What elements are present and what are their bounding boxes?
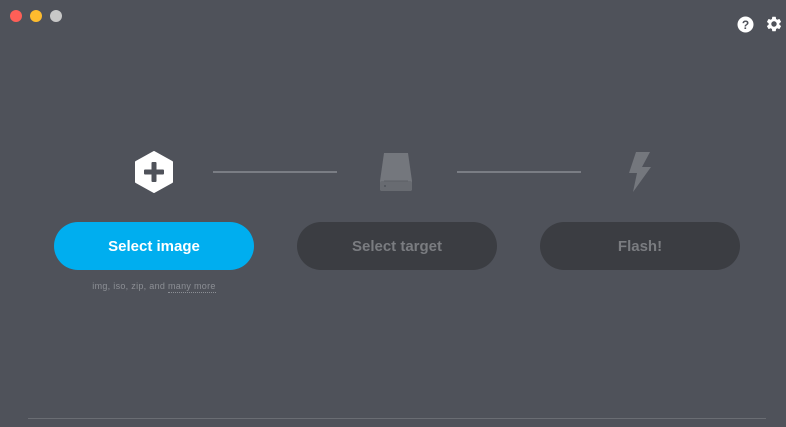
flash-button[interactable]: Flash! xyxy=(540,222,740,270)
step-connector-1 xyxy=(213,171,337,173)
plus-hexagon-icon xyxy=(132,150,176,194)
drive-icon xyxy=(374,150,418,194)
select-target-button[interactable]: Select target xyxy=(297,222,497,270)
maximize-window-button[interactable] xyxy=(50,10,62,22)
many-more-link[interactable]: many more xyxy=(168,281,216,293)
step-connector-2 xyxy=(457,171,581,173)
supported-formats-note: img, iso, zip, and many more xyxy=(54,281,254,293)
lightning-icon xyxy=(618,150,662,194)
select-image-button[interactable]: Select image xyxy=(54,222,254,270)
help-icon[interactable]: ? xyxy=(737,16,754,33)
gear-icon[interactable] xyxy=(765,15,783,33)
top-toolbar: ? xyxy=(737,15,783,33)
svg-text:?: ? xyxy=(742,17,749,31)
close-window-button[interactable] xyxy=(10,10,22,22)
minimize-window-button[interactable] xyxy=(30,10,42,22)
formats-list: img, iso, zip, and xyxy=(92,281,168,291)
window-controls xyxy=(10,10,62,22)
footer-divider xyxy=(28,418,766,419)
